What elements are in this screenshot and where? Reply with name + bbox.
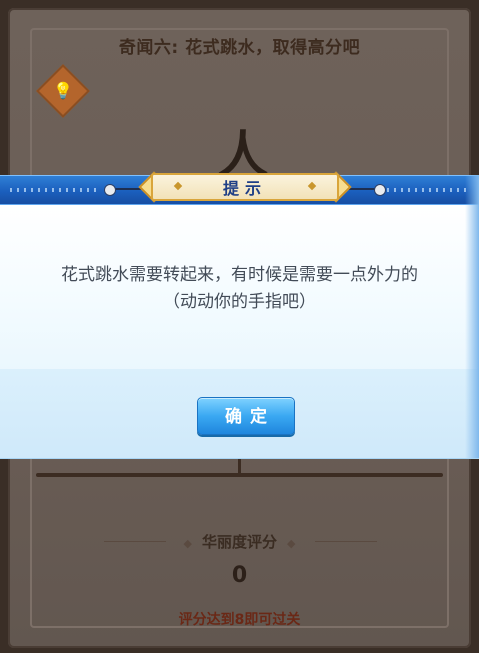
- confirm-button[interactable]: 确定: [197, 397, 295, 435]
- header-sparkle-right: [380, 188, 470, 192]
- quest-title: 奇闻六: 花式跳水，取得高分吧: [118, 38, 361, 58]
- pass-condition: 评分达到8即可过关: [178, 612, 301, 628]
- ornament-right-icon: ◆: [287, 537, 296, 550]
- score-title-label: 华丽度评分: [201, 533, 277, 551]
- diving-board: [36, 473, 443, 477]
- header-knob-left: [104, 184, 116, 196]
- dialog-edge-glow: [465, 175, 479, 458]
- dialog-title: 提示: [222, 179, 267, 198]
- score-title: ◆ 华丽度评分 ◆: [0, 531, 479, 552]
- lightbulb-icon: 💡: [53, 81, 73, 100]
- hint-dialog: 花式跳水需要转起来，有时候是需要一点外力的 （动动你的手指吧） 提示 确定: [0, 171, 479, 459]
- ornament-left-icon: ◆: [183, 537, 192, 550]
- header-knob-right: [374, 184, 386, 196]
- dialog-title-plate: 提示: [138, 171, 352, 203]
- score-value: 0: [231, 563, 248, 588]
- dialog-message-line1: 花式跳水需要转起来，有时候是需要一点外力的: [61, 265, 418, 285]
- header-sparkle-left: [10, 188, 100, 192]
- dialog-message: 花式跳水需要转起来，有时候是需要一点外力的 （动动你的手指吧）: [0, 262, 479, 316]
- dialog-message-line2: （动动你的手指吧）: [163, 292, 316, 312]
